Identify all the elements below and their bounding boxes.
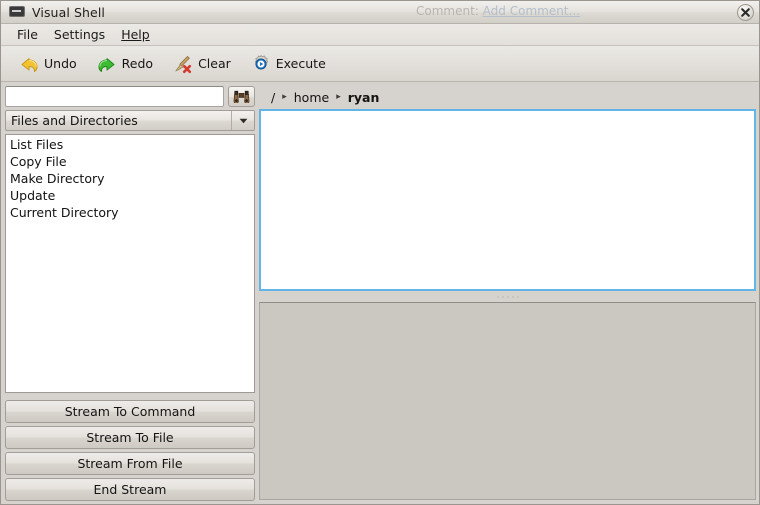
console-panel[interactable]	[259, 302, 756, 500]
stream-to-file-label: Stream To File	[86, 430, 174, 445]
undo-button[interactable]: Undo	[9, 50, 87, 78]
command-list[interactable]: List Files Copy File Make Directory Upda…	[5, 134, 255, 393]
category-dropdown-arrow[interactable]	[231, 111, 254, 130]
main-area: / ▸ home ▸ ryan	[259, 86, 756, 501]
redo-label: Redo	[121, 56, 154, 71]
stream-to-command-label: Stream To Command	[64, 404, 196, 419]
breadcrumb-separator-icon: ▸	[282, 92, 287, 102]
clear-label: Clear	[198, 56, 231, 71]
splitter-dot	[506, 295, 509, 298]
stream-to-file-button[interactable]: Stream To File	[5, 426, 255, 449]
splitter-dot	[496, 295, 499, 298]
end-stream-button[interactable]: End Stream	[5, 478, 255, 501]
redo-button[interactable]: Redo	[87, 50, 163, 78]
panel-splitter[interactable]	[259, 291, 756, 302]
visual-shell-window: Visual Shell Comment: Add Comment... Fil…	[0, 0, 760, 505]
splitter-dot	[516, 295, 519, 298]
menu-file[interactable]: File	[9, 25, 46, 44]
list-item[interactable]: Current Directory	[8, 204, 254, 221]
stream-from-file-label: Stream From File	[77, 456, 183, 471]
output-panel[interactable]	[259, 109, 756, 291]
breadcrumb-item-home[interactable]: home	[291, 89, 332, 106]
splitter-dot	[501, 295, 504, 298]
menu-file-label: File	[17, 27, 38, 42]
undo-arrow-icon	[21, 57, 38, 72]
menu-help-label: Help	[121, 27, 150, 42]
execute-button[interactable]: Execute	[241, 50, 336, 78]
binoculars-search-icon	[233, 90, 250, 103]
stream-to-command-button[interactable]: Stream To Command	[5, 400, 255, 423]
breadcrumb: / ▸ home ▸ ryan	[259, 86, 756, 109]
menubar: File Settings Help	[1, 24, 759, 46]
end-stream-label: End Stream	[93, 482, 167, 497]
breadcrumb-item-ryan[interactable]: ryan	[345, 89, 383, 106]
clear-button[interactable]: Clear	[163, 50, 241, 78]
window-title: Visual Shell	[32, 4, 105, 20]
search-input[interactable]	[5, 86, 224, 107]
list-item[interactable]: Make Directory	[8, 170, 254, 187]
titlebar: Visual Shell Comment: Add Comment...	[1, 1, 759, 24]
menu-settings[interactable]: Settings	[46, 25, 113, 44]
menu-help[interactable]: Help	[113, 25, 158, 44]
category-dropdown-value: Files and Directories	[11, 113, 138, 128]
comment-label: Comment:	[416, 4, 479, 18]
list-item[interactable]: Copy File	[8, 153, 254, 170]
search-row	[5, 86, 255, 107]
stream-button-stack: Stream To Command Stream To File Stream …	[5, 396, 255, 501]
breadcrumb-item-root[interactable]: /	[268, 89, 278, 106]
body-area: Files and Directories List Files Copy Fi…	[1, 82, 759, 504]
execute-label: Execute	[275, 56, 326, 71]
category-dropdown[interactable]: Files and Directories	[5, 110, 255, 131]
list-item[interactable]: Update	[8, 187, 254, 204]
breadcrumb-separator-icon: ▸	[336, 92, 341, 102]
chevron-down-icon	[239, 118, 247, 123]
close-icon	[741, 8, 750, 17]
close-button[interactable]	[737, 4, 754, 21]
sidebar: Files and Directories List Files Copy Fi…	[5, 86, 255, 501]
menu-settings-label: Settings	[53, 27, 106, 42]
stream-from-file-button[interactable]: Stream From File	[5, 452, 255, 475]
search-button[interactable]	[228, 86, 255, 107]
undo-label: Undo	[44, 56, 77, 71]
list-item[interactable]: List Files	[8, 136, 254, 153]
splitter-dot	[511, 295, 514, 298]
gear-play-execute-icon	[254, 54, 268, 70]
redo-arrow-icon	[98, 57, 115, 72]
comment-area[interactable]: Comment: Add Comment...	[416, 4, 580, 18]
add-comment-link[interactable]: Add Comment...	[483, 4, 580, 18]
toolbar: Undo Redo Clear Execute	[1, 46, 759, 82]
terminal-icon	[9, 5, 25, 19]
broom-clear-icon	[175, 55, 192, 73]
